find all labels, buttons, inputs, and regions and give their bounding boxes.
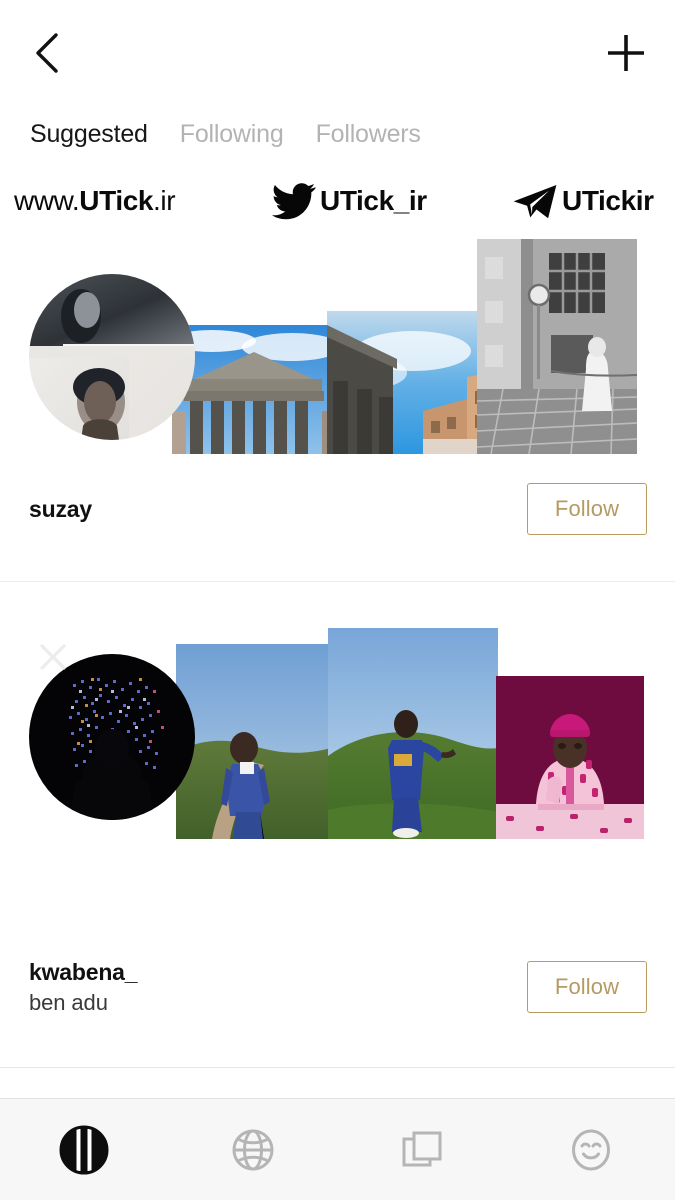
- watermark-twitter: UTick_ir: [272, 182, 427, 220]
- post-thumbnail[interactable]: [172, 325, 336, 454]
- user-info: kwabena_ ben adu: [29, 959, 138, 1015]
- discover-people-screen: Suggested Following Followers www.UTick.…: [0, 0, 675, 1200]
- post-thumbnail[interactable]: [327, 311, 499, 454]
- chevron-left-icon: [36, 33, 58, 73]
- suggestion-card[interactable]: kwabena_ ben adu Follow: [0, 618, 675, 1068]
- watermark-strip: www.UTick.ir UTick_ir UTickir: [0, 168, 675, 234]
- follow-button[interactable]: Follow: [527, 961, 647, 1013]
- plus-icon: [608, 35, 644, 71]
- tab-followers[interactable]: Followers: [316, 118, 421, 151]
- user-row: kwabena_ ben adu Follow: [0, 944, 675, 1030]
- twitter-bird-icon: [272, 182, 316, 220]
- tab-following[interactable]: Following: [180, 118, 284, 151]
- username[interactable]: kwabena_: [29, 959, 138, 985]
- post-thumbnail[interactable]: [176, 644, 331, 839]
- media-strip: [0, 618, 675, 839]
- bottom-navigation-bar: [0, 1098, 675, 1200]
- striped-circle-icon: [59, 1125, 109, 1174]
- follow-button[interactable]: Follow: [527, 483, 647, 535]
- user-info: suzay: [29, 496, 92, 522]
- username[interactable]: suzay: [29, 496, 92, 522]
- post-thumbnail[interactable]: [328, 628, 498, 839]
- nav-item-home[interactable]: [0, 1099, 169, 1200]
- watermark-telegram-text: UTickir: [562, 187, 654, 215]
- watermark-twitter-handle: UTick_ir: [320, 185, 427, 216]
- watermark-twitter-text: UTick_ir: [320, 187, 427, 215]
- post-thumbnail[interactable]: [477, 239, 637, 454]
- watermark-website-prefix: www.: [14, 185, 80, 216]
- suggestion-card[interactable]: suzay Follow: [0, 234, 675, 582]
- post-thumbnail[interactable]: [496, 676, 644, 839]
- watermark-website-suffix: .ir: [153, 185, 176, 216]
- user-row: suzay Follow: [0, 466, 675, 552]
- tab-suggested[interactable]: Suggested: [30, 118, 148, 151]
- fullname: ben adu: [29, 989, 108, 1015]
- telegram-plane-icon: [512, 182, 558, 220]
- nav-item-library[interactable]: [338, 1099, 507, 1200]
- nav-item-profile[interactable]: [506, 1099, 675, 1200]
- globe-icon: [232, 1129, 274, 1170]
- suggestion-list: suzay Follow kwabena_ ben adu Follow: [0, 234, 675, 1098]
- dismiss-button[interactable]: [32, 636, 74, 678]
- close-icon: [40, 644, 66, 670]
- watermark-telegram-handle: UTickir: [562, 185, 654, 216]
- avatar[interactable]: [29, 654, 195, 820]
- watermark-website: www.UTick.ir: [14, 185, 176, 216]
- smiley-face-icon: [571, 1129, 610, 1170]
- top-bar: [0, 0, 675, 100]
- nav-item-explore[interactable]: [169, 1099, 338, 1200]
- watermark-website-text: www.UTick.ir: [14, 185, 176, 216]
- watermark-website-brand: UTick: [79, 185, 154, 216]
- add-button[interactable]: [597, 24, 655, 82]
- layers-squares-icon: [402, 1131, 442, 1166]
- tab-bar: Suggested Following Followers: [0, 100, 675, 168]
- avatar[interactable]: [29, 274, 195, 440]
- watermark-telegram: UTickir: [512, 182, 654, 220]
- back-button[interactable]: [18, 24, 76, 82]
- media-strip: [0, 234, 675, 454]
